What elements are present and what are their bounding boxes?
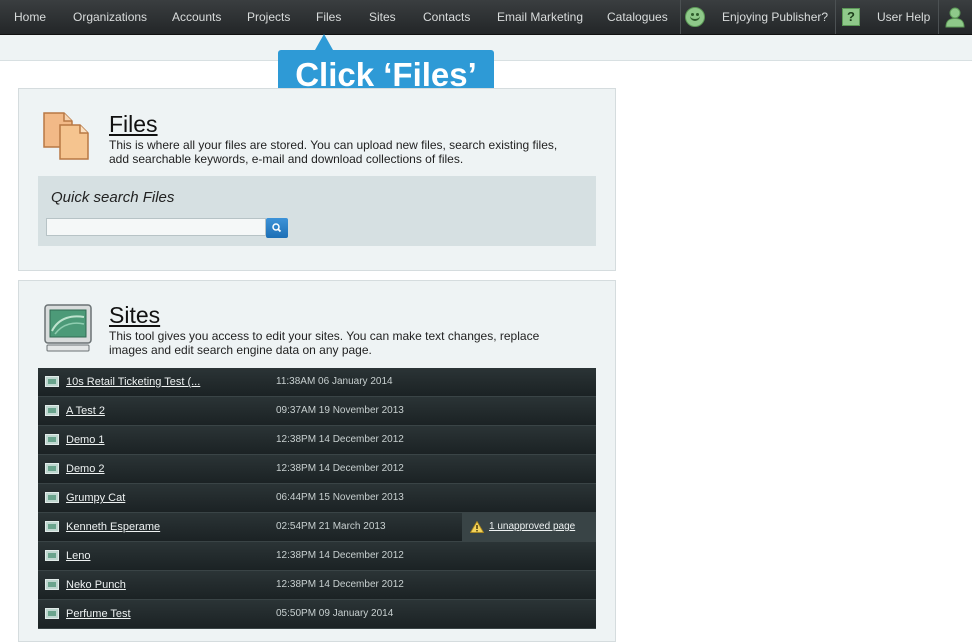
site-name-link[interactable]: Demo 2 xyxy=(66,455,105,483)
site-modified-time: 12:38PM 14 December 2012 xyxy=(276,463,404,474)
site-thumbnail-icon xyxy=(45,608,59,619)
site-thumbnail-icon xyxy=(45,405,59,416)
search-button[interactable] xyxy=(266,218,288,238)
site-thumbnail-icon xyxy=(45,521,59,532)
monitor-icon xyxy=(44,304,92,352)
enjoying-publisher-link[interactable]: Enjoying Publisher? xyxy=(722,0,828,34)
sites-panel: Sites This tool gives you access to edit… xyxy=(18,280,616,642)
nav-sites[interactable]: Sites xyxy=(369,0,396,34)
list-item[interactable]: Kenneth Esperame 02:54PM 21 March 2013 1… xyxy=(38,513,596,542)
nav-divider xyxy=(680,0,681,34)
user-help-link[interactable]: User Help xyxy=(877,0,930,34)
list-item[interactable]: Demo 2 12:38PM 14 December 2012 xyxy=(38,455,596,484)
site-modified-time: 12:38PM 14 December 2012 xyxy=(276,579,404,590)
top-nav: Home Organizations Accounts Projects Fil… xyxy=(0,0,972,35)
site-thumbnail-icon xyxy=(45,492,59,503)
nav-home[interactable]: Home xyxy=(14,0,46,34)
site-name-link[interactable]: 10s Retail Ticketing Test (... xyxy=(66,368,200,396)
nav-divider xyxy=(938,0,939,34)
quick-search-box: Quick search Files xyxy=(38,176,596,246)
site-modified-time: 05:50PM 09 January 2014 xyxy=(276,608,394,619)
smiley-icon[interactable] xyxy=(685,7,705,27)
nav-catalogues[interactable]: Catalogues xyxy=(607,0,668,34)
sites-description: This tool gives you access to edit your … xyxy=(109,329,540,357)
site-thumbnail-icon xyxy=(45,463,59,474)
site-name-link[interactable]: Grumpy Cat xyxy=(66,484,125,512)
quick-search-heading: Quick search Files xyxy=(51,189,175,206)
site-name-link[interactable]: Perfume Test xyxy=(66,600,131,628)
user-icon[interactable] xyxy=(944,6,966,28)
files-panel: Files This is where all your files are s… xyxy=(18,88,616,271)
site-name-link[interactable]: Kenneth Esperame xyxy=(66,513,160,541)
site-name-link[interactable]: Leno xyxy=(66,542,90,570)
nav-accounts[interactable]: Accounts xyxy=(172,0,221,34)
site-thumbnail-icon xyxy=(45,579,59,590)
nav-email-marketing[interactable]: Email Marketing xyxy=(497,0,583,34)
nav-files[interactable]: Files xyxy=(316,0,341,34)
site-name-link[interactable]: Demo 1 xyxy=(66,426,105,454)
list-item[interactable]: Grumpy Cat 06:44PM 15 November 2013 xyxy=(38,484,596,513)
list-item[interactable]: 10s Retail Ticketing Test (... 11:38AM 0… xyxy=(38,368,596,397)
unapproved-badge[interactable]: 1 unapproved page xyxy=(462,513,596,541)
site-modified-time: 12:38PM 14 December 2012 xyxy=(276,434,404,445)
nav-organizations[interactable]: Organizations xyxy=(73,0,147,34)
site-modified-time: 02:54PM 21 March 2013 xyxy=(276,521,386,532)
nav-projects[interactable]: Projects xyxy=(247,0,290,34)
list-item[interactable]: Demo 1 12:38PM 14 December 2012 xyxy=(38,426,596,455)
sites-list: 10s Retail Ticketing Test (... 11:38AM 0… xyxy=(38,368,596,629)
unapproved-page-link[interactable]: 1 unapproved page xyxy=(489,513,575,541)
warning-icon xyxy=(470,521,484,533)
site-modified-time: 06:44PM 15 November 2013 xyxy=(276,492,404,503)
sites-title[interactable]: Sites xyxy=(109,302,160,329)
search-icon xyxy=(272,223,282,233)
files-icon xyxy=(43,112,89,160)
site-name-link[interactable]: Neko Punch xyxy=(66,571,126,599)
site-thumbnail-icon xyxy=(45,550,59,561)
nav-contacts[interactable]: Contacts xyxy=(423,0,470,34)
list-item[interactable]: Leno 12:38PM 14 December 2012 xyxy=(38,542,596,571)
site-modified-time: 11:38AM 06 January 2014 xyxy=(276,376,393,387)
files-title[interactable]: Files xyxy=(109,111,158,138)
site-thumbnail-icon xyxy=(45,376,59,387)
site-thumbnail-icon xyxy=(45,434,59,445)
quick-search-input[interactable] xyxy=(46,218,266,236)
site-modified-time: 09:37AM 19 November 2013 xyxy=(276,405,404,416)
list-item[interactable]: A Test 2 09:37AM 19 November 2013 xyxy=(38,397,596,426)
list-item[interactable]: Neko Punch 12:38PM 14 December 2012 xyxy=(38,571,596,600)
site-name-link[interactable]: A Test 2 xyxy=(66,397,105,425)
files-description: This is where all your files are stored.… xyxy=(109,138,558,166)
callout-pointer xyxy=(315,34,333,50)
help-icon[interactable]: ? xyxy=(842,8,860,26)
site-modified-time: 12:38PM 14 December 2012 xyxy=(276,550,404,561)
nav-divider xyxy=(835,0,836,34)
list-item[interactable]: Perfume Test 05:50PM 09 January 2014 xyxy=(38,600,596,629)
